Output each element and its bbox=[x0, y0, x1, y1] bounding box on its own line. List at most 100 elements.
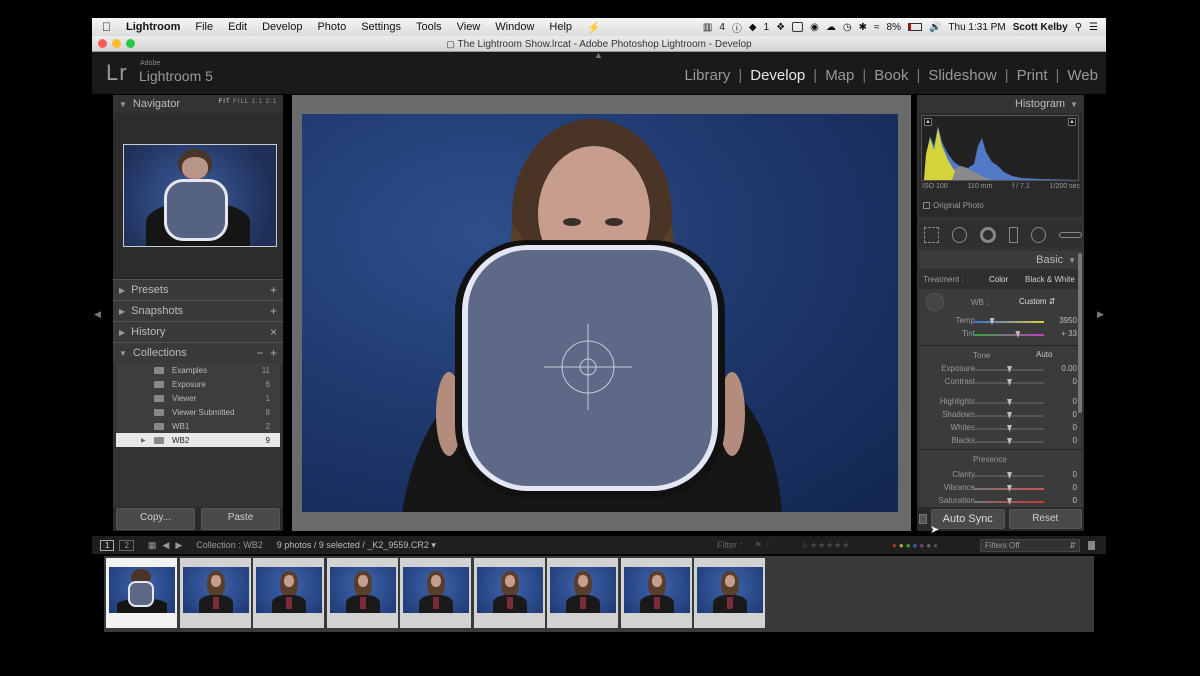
slider-track[interactable] bbox=[974, 485, 1044, 492]
wifi-icon[interactable]: ≈ bbox=[874, 22, 880, 33]
collection-item-wb2[interactable]: ▶ WB2 9 bbox=[116, 433, 280, 447]
paste-button[interactable]: Paste bbox=[201, 508, 280, 530]
filmstrip-cell[interactable] bbox=[694, 558, 765, 628]
filmstrip-thumbnail[interactable] bbox=[697, 567, 763, 613]
menu-photo[interactable]: Photo bbox=[317, 21, 346, 33]
original-photo-toggle[interactable]: Original Photo bbox=[923, 201, 984, 210]
filmstrip-thumbnail[interactable] bbox=[623, 567, 690, 613]
menu-develop[interactable]: Develop bbox=[262, 21, 302, 33]
collections-header[interactable]: ▼ Collections − + bbox=[113, 342, 283, 363]
adobe-status-icon[interactable]: ▥ bbox=[703, 22, 712, 33]
slider-value[interactable]: 0 bbox=[1073, 423, 1077, 432]
wb-eyedropper-icon[interactable] bbox=[926, 293, 944, 311]
filmstrip-thumbnail[interactable] bbox=[109, 567, 175, 613]
filmstrip-cell[interactable] bbox=[106, 558, 177, 628]
collection-item-wb1[interactable]: WB1 2 bbox=[116, 419, 280, 433]
menu-file[interactable]: File bbox=[195, 21, 213, 33]
module-map[interactable]: Map bbox=[825, 67, 854, 84]
filmstrip-thumbnail[interactable] bbox=[550, 567, 616, 613]
exposure-slider[interactable]: Exposure 0.00 bbox=[919, 364, 1077, 375]
slider-knob[interactable] bbox=[1007, 485, 1012, 492]
menu-tools[interactable]: Tools bbox=[416, 21, 442, 33]
temp-slider[interactable]: Temp 3950 bbox=[919, 316, 1077, 327]
slider-knob[interactable] bbox=[989, 318, 995, 325]
slider-knob[interactable] bbox=[1007, 425, 1012, 432]
filmstrip-cell[interactable] bbox=[473, 558, 545, 628]
shadow-clipping-icon[interactable]: ▲ bbox=[924, 118, 932, 126]
secondary-window-button[interactable]: 2 bbox=[119, 539, 134, 551]
collection-item-viewer-submitted[interactable]: Viewer Submitted 8 bbox=[116, 405, 280, 419]
module-book[interactable]: Book bbox=[874, 67, 908, 84]
filmstrip-cell[interactable] bbox=[547, 558, 618, 628]
module-print[interactable]: Print bbox=[1017, 67, 1048, 84]
treatment-color-option[interactable]: Color bbox=[989, 275, 1008, 284]
saturation-slider[interactable]: Saturation 0 bbox=[919, 496, 1077, 507]
histogram-header[interactable]: Histogram ▼ bbox=[917, 95, 1084, 113]
shadows-slider[interactable]: Shadows 0 bbox=[919, 410, 1077, 421]
user-name[interactable]: Scott Kelby bbox=[1013, 22, 1068, 33]
history-header[interactable]: ▶ History × bbox=[113, 321, 283, 342]
highlight-clipping-icon[interactable]: ▲ bbox=[1068, 118, 1076, 126]
slider-value[interactable]: 0 bbox=[1073, 397, 1077, 406]
collection-item-examples[interactable]: Examples 11 bbox=[116, 363, 280, 377]
slider-knob[interactable] bbox=[1007, 472, 1012, 479]
menu-settings[interactable]: Settings bbox=[361, 21, 401, 33]
expand-triangle-icon[interactable]: ▶ bbox=[141, 437, 146, 444]
collection-item-viewer[interactable]: Viewer 1 bbox=[116, 391, 280, 405]
spot-removal-tool-icon[interactable] bbox=[952, 227, 968, 243]
menu-lightroom[interactable]: Lightroom bbox=[126, 21, 180, 33]
minimize-window-button[interactable] bbox=[112, 39, 121, 48]
slider-track[interactable] bbox=[974, 412, 1044, 419]
filmstrip-thumbnail[interactable] bbox=[182, 567, 249, 613]
lightning-icon[interactable]: ⚡ bbox=[587, 21, 601, 34]
slider-value[interactable]: 0 bbox=[1073, 410, 1077, 419]
slider-track[interactable] bbox=[974, 366, 1044, 373]
cloud-icon[interactable]: ☁ bbox=[826, 22, 836, 33]
slider-track[interactable] bbox=[974, 379, 1044, 386]
slider-knob[interactable] bbox=[1007, 412, 1012, 419]
menu-help[interactable]: Help bbox=[549, 21, 572, 33]
filmstrip-thumbnail[interactable] bbox=[256, 567, 322, 613]
slider-value[interactable]: 0 bbox=[1073, 436, 1077, 445]
add-snapshot-icon[interactable]: + bbox=[270, 304, 277, 318]
info-icon[interactable]: ⓘ bbox=[732, 20, 742, 35]
right-panel-scrollbar[interactable] bbox=[1078, 253, 1082, 413]
photo-count-info[interactable]: 9 photos / 9 selected / _K2_9559.CR2 ▾ bbox=[277, 540, 436, 551]
battery-icon[interactable] bbox=[907, 23, 922, 31]
filmstrip-cell[interactable] bbox=[326, 558, 398, 628]
rating-filter-stars[interactable]: ≥ ★★★★★ bbox=[802, 540, 850, 551]
slider-track[interactable] bbox=[974, 438, 1044, 445]
slider-value[interactable]: 0.00 bbox=[1061, 364, 1077, 373]
slider-track[interactable] bbox=[974, 472, 1044, 479]
volume-icon[interactable]: 🔊 bbox=[929, 22, 941, 33]
clarity-slider[interactable]: Clarity 0 bbox=[919, 470, 1077, 481]
right-panel-toggle-icon[interactable]: ▶ bbox=[1097, 309, 1104, 320]
navigator-thumbnail[interactable] bbox=[123, 144, 277, 247]
slider-knob[interactable] bbox=[1007, 438, 1012, 445]
filmstrip-cell[interactable] bbox=[253, 558, 324, 628]
bluetooth-icon[interactable]: ✱ bbox=[859, 22, 867, 33]
slider-knob[interactable] bbox=[1007, 379, 1012, 386]
navigator-header[interactable]: ▼ Navigator FIT FILL 1:1 2:1 bbox=[113, 95, 283, 113]
vibrance-slider[interactable]: Vibrance 0 bbox=[919, 483, 1077, 494]
auto-sync-button[interactable]: Auto Sync bbox=[931, 509, 1005, 529]
left-panel-toggle-icon[interactable]: ◀ bbox=[94, 309, 101, 320]
presets-header[interactable]: ▶ Presets + bbox=[113, 279, 283, 300]
slider-track[interactable] bbox=[974, 318, 1044, 325]
treatment-bw-option[interactable]: Black & White bbox=[1025, 275, 1075, 284]
module-library[interactable]: Library bbox=[684, 67, 730, 84]
slider-track[interactable] bbox=[974, 399, 1044, 406]
slider-value[interactable]: 0 bbox=[1073, 377, 1077, 386]
module-develop[interactable]: Develop bbox=[750, 67, 805, 84]
zoom-fill[interactable]: FILL bbox=[233, 99, 249, 105]
filmstrip-cell[interactable] bbox=[620, 558, 692, 628]
slider-value[interactable]: 3950 bbox=[1059, 316, 1077, 325]
blacks-slider[interactable]: Blacks 0 bbox=[919, 436, 1077, 447]
display-icon[interactable] bbox=[792, 22, 804, 32]
slider-track[interactable] bbox=[974, 498, 1044, 505]
close-window-button[interactable] bbox=[98, 39, 107, 48]
slider-value[interactable]: + 33 bbox=[1061, 329, 1077, 338]
slider-knob[interactable] bbox=[1015, 331, 1021, 338]
contrast-slider[interactable]: Contrast 0 bbox=[919, 377, 1077, 388]
crop-tool-icon[interactable] bbox=[924, 227, 940, 243]
